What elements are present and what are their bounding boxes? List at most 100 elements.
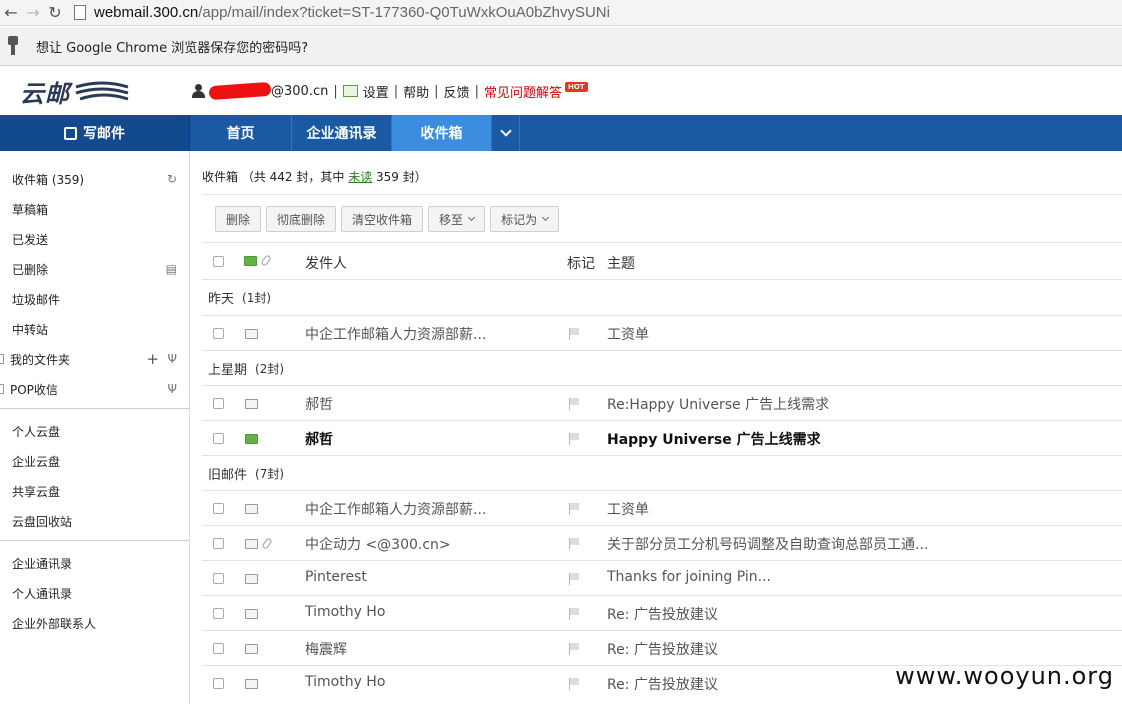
chevron-down-icon	[468, 213, 476, 222]
sidebar-item-inbox[interactable]: 收件箱 (359) ↻	[0, 164, 189, 194]
delete-permanent-button[interactable]: 彻底删除	[266, 206, 337, 232]
refresh-icon[interactable]: ↻	[167, 172, 177, 186]
row-checkbox[interactable]	[213, 328, 224, 339]
mail-row[interactable]: 中企动力 <@300.cn> 关于部分员工分机号码调整及自助查询总部员工通...	[202, 525, 1122, 560]
sidebar-item-spam[interactable]: 垃圾邮件	[0, 284, 189, 314]
mail-subject: 关于部分员工分机号码调整及自助查询总部员工通...	[607, 537, 929, 553]
flag-icon[interactable]	[569, 538, 579, 550]
empty-inbox-button[interactable]: 清空收件箱	[341, 206, 424, 232]
mail-row[interactable]: 中企工作邮箱人力资源部薪... 工资单	[202, 490, 1122, 525]
mail-subject: Thanks for joining Pin...	[607, 569, 771, 585]
top-navigation: 写邮件 首页 企业通讯录 收件箱	[0, 115, 1122, 151]
column-sender[interactable]: 发件人	[305, 253, 347, 273]
row-checkbox[interactable]	[213, 573, 224, 584]
group-count: (1封)	[242, 291, 272, 305]
column-flag[interactable]: 标记	[567, 253, 595, 273]
help-link[interactable]: 帮助	[403, 82, 429, 101]
sidebar-item-label: 我的文件夹	[10, 352, 71, 367]
tab-more-dropdown[interactable]	[492, 115, 520, 151]
mail-row[interactable]: 郝哲 Happy Universe 广告上线需求	[202, 420, 1122, 455]
url-text[interactable]: webmail.300.cn/app/mail/index?ticket=ST-…	[94, 4, 610, 21]
manage-folder-icon[interactable]: Ψ	[168, 352, 177, 366]
flag-icon[interactable]	[569, 398, 579, 410]
faq-link[interactable]: 常见问题解答	[484, 82, 562, 101]
delete-button[interactable]: 删除	[215, 206, 262, 232]
group-old-mail[interactable]: 旧邮件 (7封)	[202, 455, 1122, 490]
flag-icon[interactable]	[569, 433, 579, 445]
row-checkbox[interactable]	[213, 433, 224, 444]
mail-sender: 中企工作邮箱人力资源部薪...	[305, 502, 487, 518]
row-checkbox[interactable]	[213, 538, 224, 549]
forward-icon[interactable]: →	[22, 2, 44, 24]
group-last-week[interactable]: 上星期 (2封)	[202, 350, 1122, 385]
row-checkbox[interactable]	[213, 398, 224, 409]
mail-row[interactable]: Pinterest Thanks for joining Pin...	[202, 560, 1122, 595]
mail-list-panel: 收件箱 （共 442 封，其中 未读 359 封） 删除 彻底删除 清空收件箱 …	[202, 151, 1122, 704]
mail-row[interactable]: Timothy Ho Re: 广告投放建议	[202, 595, 1122, 630]
mark-as-button[interactable]: 标记为	[490, 206, 560, 232]
unread-link[interactable]: 未读	[348, 170, 372, 184]
compose-button[interactable]: 写邮件	[0, 115, 190, 151]
flag-icon[interactable]	[569, 608, 579, 620]
sidebar-item-deleted[interactable]: 已删除 ▤	[0, 254, 189, 284]
row-checkbox[interactable]	[213, 503, 224, 514]
sidebar-item-label: 中转站	[12, 322, 49, 337]
mail-row[interactable]: 中企工作邮箱人力资源部薪... 工资单	[202, 315, 1122, 350]
sidebar-item-personal-contacts[interactable]: 个人通讯录	[0, 578, 189, 608]
tab-inbox[interactable]: 收件箱	[392, 115, 492, 151]
compose-label: 写邮件	[83, 126, 125, 142]
mail-row[interactable]: 梅震辉 Re: 广告投放建议	[202, 630, 1122, 665]
column-subject[interactable]: 主题	[607, 253, 635, 273]
sidebar-item-external-contacts[interactable]: 企业外部联系人	[0, 608, 189, 638]
sidebar-item-transfer[interactable]: 中转站	[0, 314, 189, 344]
sidebar-item-enterprise-contacts[interactable]: 企业通讯录	[0, 548, 189, 578]
flag-icon[interactable]	[569, 643, 579, 655]
sidebar-item-pop[interactable]: POP收信 Ψ	[0, 374, 189, 404]
flag-icon[interactable]	[569, 503, 579, 515]
logo[interactable]: 云邮	[20, 75, 160, 108]
manage-pop-icon[interactable]: Ψ	[168, 382, 177, 396]
save-password-prompt: 想让 Google Chrome 浏览器保存您的密码吗?	[36, 40, 309, 56]
mail-sender: 中企动力 <@300.cn>	[305, 537, 451, 553]
mail-sender: 郝哲	[305, 397, 333, 413]
row-checkbox[interactable]	[213, 678, 224, 689]
sidebar-item-my-folders[interactable]: 我的文件夹 + Ψ	[0, 344, 189, 374]
tab-home[interactable]: 首页	[190, 115, 292, 151]
tree-expand-icon[interactable]	[0, 354, 4, 364]
sidebar-item-sent[interactable]: 已发送	[0, 224, 189, 254]
read-status-icon[interactable]	[244, 256, 257, 266]
move-to-label: 移至	[439, 212, 464, 227]
tree-expand-icon[interactable]	[0, 384, 4, 394]
flag-icon[interactable]	[569, 573, 579, 585]
settings-link[interactable]: 设置	[363, 82, 389, 101]
separator: |	[474, 83, 479, 99]
mail-row[interactable]: 郝哲 Re:Happy Universe 广告上线需求	[202, 385, 1122, 420]
sidebar-item-personal-cloud[interactable]: 个人云盘	[0, 416, 189, 446]
flag-icon[interactable]	[569, 328, 579, 340]
row-checkbox[interactable]	[213, 643, 224, 654]
reload-icon[interactable]: ↻	[44, 2, 66, 24]
save-password-infobar: 想让 Google Chrome 浏览器保存您的密码吗?	[0, 27, 1122, 66]
sidebar-item-label: 垃圾邮件	[12, 292, 61, 307]
user-email-suffix: @300.cn	[271, 83, 329, 99]
sidebar-item-cloud-recycle[interactable]: 云盘回收站	[0, 506, 189, 536]
attachment-icon[interactable]	[260, 254, 272, 267]
sidebar-item-label: 企业通讯录	[12, 556, 73, 571]
trash-icon[interactable]: ▤	[166, 262, 177, 276]
feedback-link[interactable]: 反馈	[444, 82, 470, 101]
flag-icon[interactable]	[569, 678, 579, 690]
sidebar-item-drafts[interactable]: 草稿箱	[0, 194, 189, 224]
group-yesterday[interactable]: 昨天 (1封)	[202, 280, 1122, 315]
sidebar-item-shared-cloud[interactable]: 共享云盘	[0, 476, 189, 506]
group-count: (7封)	[255, 466, 285, 481]
move-to-button[interactable]: 移至	[428, 206, 486, 232]
mail-sender: Timothy Ho	[305, 604, 386, 620]
add-folder-icon[interactable]: +	[146, 350, 159, 368]
select-all-checkbox[interactable]	[213, 256, 224, 267]
tab-enterprise-contacts[interactable]: 企业通讯录	[292, 115, 392, 151]
summary-suffix: 359 封）	[376, 170, 427, 184]
back-icon[interactable]: ←	[0, 2, 22, 24]
mail-subject: 工资单	[607, 327, 649, 343]
row-checkbox[interactable]	[213, 608, 224, 619]
sidebar-item-enterprise-cloud[interactable]: 企业云盘	[0, 446, 189, 476]
